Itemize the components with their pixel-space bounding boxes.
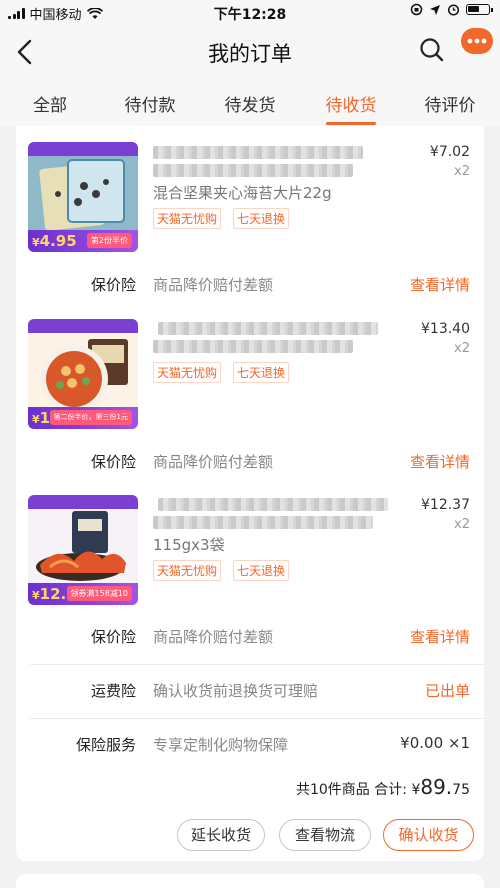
shipping-insurance-row: 运费险 确认收货前退换货可理赔 已出单 [16, 680, 484, 706]
order-tabs: 全部 待付款 待发货 待收货 待评价 [0, 80, 500, 126]
order-total: 共10件商品 合计: ¥89.75 [296, 775, 470, 799]
battery-icon [466, 4, 493, 15]
price-protection-label: 保价险 [90, 276, 136, 294]
thumb-promo: 第二份半价，第三份1元 [49, 410, 132, 425]
product-title-blurred [153, 164, 353, 177]
total-amount-dec: 75 [452, 782, 470, 798]
product-price: ¥7.02 [429, 144, 470, 160]
product-image-chips[interactable]: ¥12.9 领券满158减10 [28, 495, 138, 605]
rotation-lock-icon [410, 3, 423, 16]
product-title-blurred [153, 340, 353, 353]
view-details-link[interactable]: 查看详情 [410, 274, 470, 295]
nav-bar: 我的订单 [0, 24, 500, 80]
view-details-link[interactable]: 查看详情 [410, 451, 470, 472]
badge-seven-day-return: 七天退换 [233, 362, 290, 383]
alarm-icon [447, 4, 460, 16]
product-quantity: x2 [454, 341, 470, 356]
price-protection-label: 保价险 [90, 628, 136, 646]
thumb-price: ¥1 [32, 409, 51, 427]
shipping-insurance-desc: 确认收货前退换货可理赔 [153, 682, 319, 700]
message-button[interactable] [461, 28, 493, 54]
insurance-service-value: ¥0.00 ×1 [400, 734, 470, 752]
thumb-promo: 第2份半价 [86, 233, 132, 248]
price-protection-desc: 商品降价赔付差额 [153, 628, 274, 646]
badge-seven-day-return: 七天退换 [233, 560, 290, 581]
divider [30, 718, 484, 719]
total-label: 合计: [374, 782, 407, 798]
insurance-service-desc: 专享定制化购物保障 [153, 736, 289, 754]
tab-all[interactable]: 全部 [12, 91, 88, 116]
product-price: ¥13.40 [421, 321, 470, 337]
view-logistics-button[interactable]: 查看物流 [279, 819, 371, 851]
confirm-receipt-button[interactable]: 确认收货 [383, 819, 474, 851]
tab-pending-review[interactable]: 待评价 [412, 91, 488, 116]
product-image-noodles[interactable]: ¥1 第二份半价，第三份1元 [28, 319, 138, 429]
tab-pending-receipt[interactable]: 待收货 [313, 91, 389, 116]
tab-pending-payment[interactable]: 待付款 [112, 91, 188, 116]
divider [30, 664, 484, 665]
price-protection-desc: 商品降价赔付差额 [153, 276, 274, 294]
tab-pending-shipment[interactable]: 待发货 [212, 91, 288, 116]
price-protection-row: 保价险 商品降价赔付差额 查看详情 [16, 274, 484, 300]
product-title-blurred [153, 516, 373, 529]
view-details-link[interactable]: 查看详情 [410, 626, 470, 647]
item-count: 共10件商品 [295, 782, 370, 798]
price-protection-row: 保价险 商品降价赔付差额 查看详情 [16, 626, 484, 652]
service-badges: 天猫无忧购 七天退换 [153, 208, 290, 229]
active-tab-indicator [326, 122, 376, 125]
total-amount-int: 89. [420, 775, 453, 799]
service-badges: 天猫无忧购 七天退换 [153, 560, 290, 581]
product-title-blurred [158, 322, 378, 335]
product-title-blurred [158, 498, 388, 511]
search-icon [420, 38, 444, 62]
shipping-insurance-status[interactable]: 已出单 [425, 680, 470, 701]
insurance-service-label: 保险服务 [75, 736, 136, 754]
product-subtitle: 115gx3袋 [153, 536, 225, 554]
badge-seven-day-return: 七天退换 [233, 208, 290, 229]
badge-worry-free: 天猫无忧购 [153, 362, 222, 383]
thumb-price: ¥4.95 [32, 232, 77, 250]
thumb-promo: 领券满158减10 [66, 586, 132, 601]
shipping-insurance-label: 运费险 [90, 682, 136, 700]
extend-receipt-button[interactable]: 延长收货 [177, 819, 265, 851]
product-quantity: x2 [454, 164, 470, 179]
location-arrow-icon [430, 4, 440, 15]
product-title-blurred [153, 146, 363, 159]
price-protection-desc: 商品降价赔付差额 [153, 453, 274, 471]
price-protection-row: 保价险 商品降价赔付差额 查看详情 [16, 451, 484, 477]
next-order-card [16, 874, 484, 888]
badge-worry-free: 天猫无忧购 [153, 208, 222, 229]
badge-worry-free: 天猫无忧购 [153, 560, 222, 581]
product-quantity: x2 [454, 517, 470, 532]
product-price: ¥12.37 [421, 497, 470, 513]
product-image-seaweed[interactable]: ¥4.95 第2份半价 [28, 142, 138, 252]
insurance-service-row: 保险服务 专享定制化购物保障 ¥0.00 ×1 [16, 734, 484, 760]
order-card: ¥4.95 第2份半价 混合坚果夹心海苔大片22g ¥7.02 x2 天猫无忧购… [16, 126, 484, 861]
product-subtitle: 混合坚果夹心海苔大片22g [153, 184, 332, 202]
price-protection-label: 保价险 [90, 453, 136, 471]
more-dots-icon [467, 38, 487, 44]
service-badges: 天猫无忧购 七天退换 [153, 362, 290, 383]
search-button[interactable] [418, 36, 446, 64]
status-bar: 中国移动 下午12:28 [0, 0, 500, 24]
